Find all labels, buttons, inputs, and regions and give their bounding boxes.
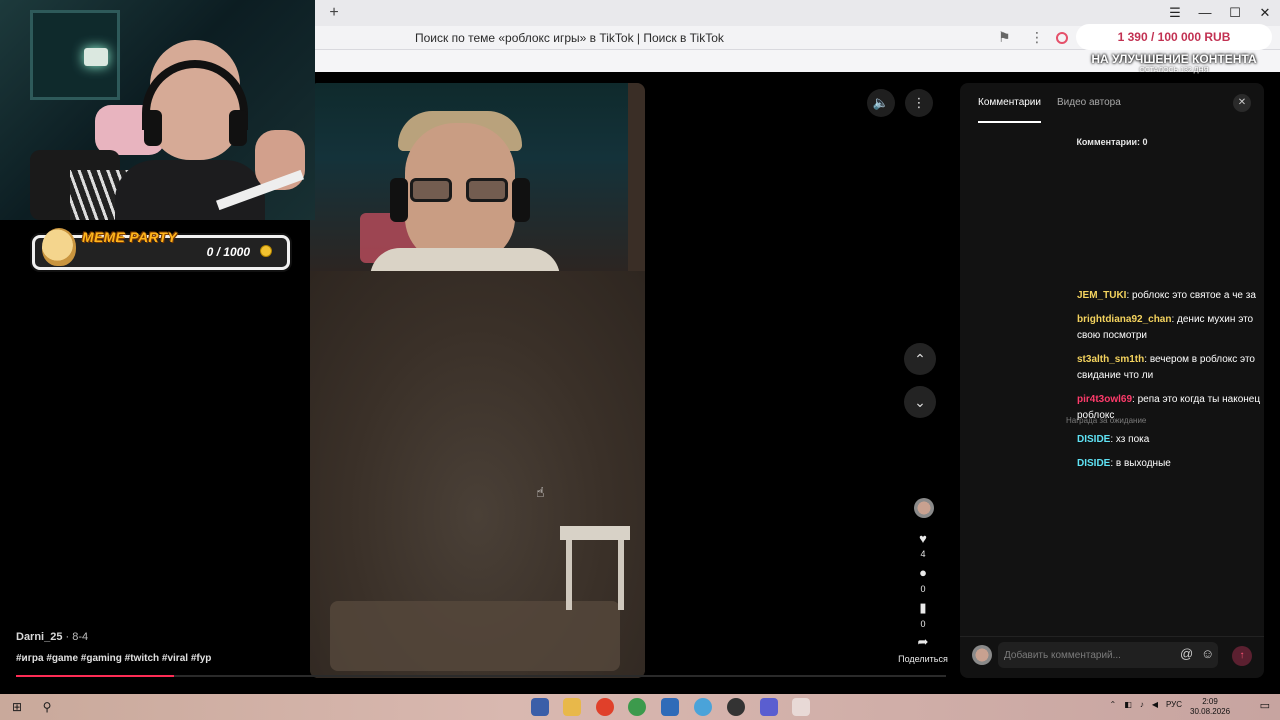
video-rug [330, 601, 620, 671]
chat-message: st3alth_sm1th: вечером в роблокс это сви… [1077, 354, 1255, 381]
comment-count: 0 [920, 584, 926, 594]
windows-start-icon[interactable]: ⊞ [8, 698, 26, 716]
chat-username: brightdiana92_chan [1077, 314, 1172, 325]
emoji-icon[interactable]: ☺ [1201, 646, 1214, 661]
author-name[interactable]: Darni_25 [16, 631, 62, 643]
chrome-icon[interactable] [628, 698, 646, 716]
notifications-icon[interactable]: ▭ [1260, 699, 1270, 712]
tab-author-videos[interactable]: Видео автора [1057, 97, 1121, 123]
hand-cursor-icon: ☝ [536, 484, 545, 500]
record-icon[interactable] [1056, 32, 1068, 44]
like-icon[interactable]: ♥ [911, 531, 935, 546]
webcam-lamp [84, 48, 108, 66]
system-tray: ⌃ ◧ ♪ ◀ РУС [1110, 700, 1182, 709]
chat-username: DISIDE [1077, 458, 1111, 469]
language-indicator[interactable]: РУС [1166, 700, 1182, 709]
streamer-webcam [0, 0, 315, 220]
more-icon[interactable]: ⋮ [1030, 29, 1044, 46]
mention-icon[interactable]: @ [1180, 646, 1193, 661]
more-options-button[interactable]: ⋮ [905, 89, 933, 117]
yandex-browser-icon[interactable] [792, 698, 810, 716]
tab-comments[interactable]: Комментарии [978, 97, 1041, 123]
donation-goal-widget: 1 390 / 100 000 RUB НА УЛУЧШЕНИЕ КОНТЕНТ… [1076, 22, 1272, 76]
meme-party-count: 0 / 1000 [206, 245, 250, 259]
video-author-line[interactable]: Darni_25 · 8-4 [16, 631, 88, 643]
meme-party-title: MEME PARTY [82, 229, 178, 245]
comments-count: Комментарии: 0 [1076, 137, 1148, 147]
lens [410, 178, 452, 202]
yandex-icon[interactable] [596, 698, 614, 716]
share-label[interactable]: Поделиться [890, 654, 956, 664]
lens [466, 178, 508, 202]
video-stool [560, 526, 630, 610]
windows-taskbar: ⊞ ⚲ ⌃ ◧ ♪ ◀ РУС 2:09 30.08.2026 ▭ [0, 694, 1280, 720]
volume-button[interactable]: 🔈 [867, 89, 895, 117]
chat-message: DISIDE: в выходные [1077, 458, 1171, 469]
taskbar-clock[interactable]: 2:09 30.08.2026 [1190, 697, 1230, 717]
video-headset [390, 178, 408, 222]
video-room-scene [310, 271, 645, 678]
screen: + ☰ — ☐ ✕ Поиск по теме «роблокс игры» в… [0, 0, 1280, 720]
share-icon[interactable]: ➦ [911, 634, 935, 650]
folder-icon[interactable] [563, 698, 581, 716]
discord-icon[interactable] [760, 698, 778, 716]
video-progress-bar[interactable] [16, 675, 946, 677]
chat-username: st3alth_sm1th [1077, 354, 1145, 365]
video-player[interactable] [310, 83, 645, 678]
panel-tabs: Комментарии Видео автора [978, 97, 1121, 123]
comment-icon[interactable]: ● [911, 565, 935, 580]
volume-icon[interactable]: ◀ [1152, 700, 1158, 709]
next-video-button[interactable]: ⌄ [904, 386, 936, 418]
chat-text: хз пока [1115, 434, 1150, 445]
chat-message: brightdiana92_chan: денис мухин это свою… [1077, 314, 1254, 341]
donation-amount: 1 390 / 100 000 RUB [1076, 24, 1272, 50]
clock-time: 2:09 [1202, 697, 1218, 706]
meme-party-widget: MEME PARTY 0 / 1000 [32, 228, 290, 270]
chat-message: DISIDE: хз пока [1077, 434, 1150, 445]
telegram-icon[interactable] [694, 698, 712, 716]
webcam-earcup [229, 110, 247, 146]
chat-username: pir4t3owl69 [1077, 394, 1133, 405]
bookmark-save-icon[interactable]: ▮ [911, 600, 935, 616]
video-glasses [410, 178, 510, 204]
chat-username: DISIDE [1077, 434, 1111, 445]
video-date: 8-4 [72, 631, 89, 643]
search-icon[interactable]: ⚲ [38, 698, 56, 716]
previous-video-button[interactable]: ⌃ [904, 343, 936, 375]
chat-text: в выходные [1115, 458, 1171, 469]
chat-text: роблокс это святое а че за [1132, 290, 1256, 301]
chevron-up-icon[interactable]: ⌃ [1110, 700, 1117, 709]
close-icon[interactable]: ✕ [1233, 94, 1251, 112]
obs-icon[interactable] [727, 698, 745, 716]
bookmark-icon[interactable]: ⚑ [998, 29, 1011, 46]
like-count: 4 [920, 549, 926, 559]
comments-panel: Комментарии Видео автора ✕ Комментарии: … [960, 83, 1264, 678]
save-count: 0 [920, 619, 926, 629]
network-icon[interactable]: ◧ [1124, 700, 1132, 709]
video-progress-fill [16, 675, 175, 677]
chat-message: JEM_TUKI: роблокс это святое а че за [1077, 290, 1256, 301]
webcam-earcup [144, 110, 162, 146]
send-button[interactable]: ↑ [1232, 646, 1252, 666]
video-webcam-frame [310, 83, 628, 278]
save-app-icon[interactable] [531, 698, 549, 716]
donation-remaining: ОСТАЛОСЬ 132 ДНЯ [1139, 67, 1209, 74]
video-headset [512, 178, 530, 222]
user-avatar [972, 645, 992, 665]
page-title[interactable]: Поиск по теме «роблокс игры» в TikTok | … [415, 31, 724, 45]
chat-username: JEM_TUKI [1077, 290, 1127, 301]
mic-icon[interactable]: ♪ [1140, 700, 1144, 709]
store-icon[interactable] [661, 698, 679, 716]
comment-input-row: @ ☺ ↑ [960, 636, 1264, 676]
overlay-hint: Награда за ожидание [1066, 416, 1147, 425]
coin-icon [260, 245, 272, 257]
video-hashtags[interactable]: #игра #game #gaming #twitch #viral #fyp [16, 653, 211, 664]
stream-chat-overlay: JEM_TUKI: роблокс это святое а че за brig… [1077, 288, 1264, 500]
author-avatar[interactable] [914, 498, 934, 518]
new-tab-button[interactable]: + [325, 4, 343, 22]
clock-date: 30.08.2026 [1190, 707, 1231, 716]
donation-caption: НА УЛУЧШЕНИЕ КОНТЕНТА [1091, 52, 1257, 66]
doge-icon [42, 228, 76, 266]
